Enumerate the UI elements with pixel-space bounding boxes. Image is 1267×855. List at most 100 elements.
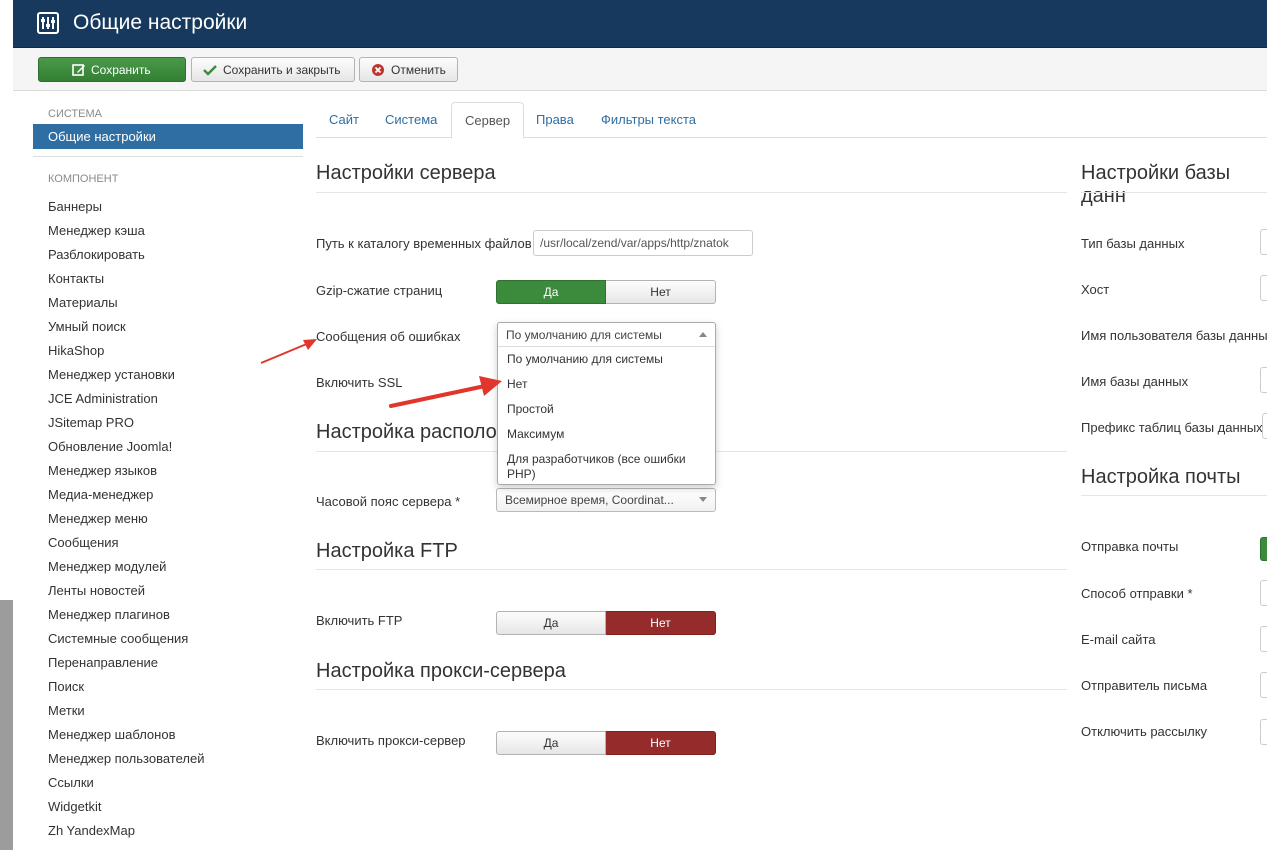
gzip-label: Gzip-сжатие страниц — [316, 283, 443, 298]
timezone-label: Часовой пояс сервера * — [316, 494, 461, 509]
error-option-default[interactable]: По умолчанию для системы — [498, 347, 715, 371]
edit-icon — [72, 64, 85, 76]
save-and-close-button[interactable]: Сохранить и закрыть — [191, 57, 355, 82]
location-settings-heading: Настройка располож — [316, 421, 510, 443]
tab-system[interactable]: Система — [372, 102, 450, 138]
proxy-toggle: Да Нет — [496, 731, 716, 755]
sidebar-item[interactable]: Материалы — [33, 291, 303, 315]
left-edge-scroll-strip — [0, 600, 13, 850]
sidebar-heading-system: СИСТЕМА — [48, 108, 102, 120]
cancel-button[interactable]: Отменить — [359, 57, 458, 82]
sidebar-component-list: Баннеры Менеджер кэша Разблокировать Контак… — [33, 195, 303, 843]
site-email-input[interactable] — [1260, 626, 1267, 652]
server-settings-heading: Настройки сервера — [316, 162, 496, 184]
sliders-icon — [37, 12, 59, 34]
db-type-label: Тип базы данных — [1081, 236, 1185, 251]
sidebar-item[interactable]: Баннеры — [33, 195, 303, 219]
sidebar-item[interactable]: Менеджер шаблонов — [33, 723, 303, 747]
sidebar-item[interactable]: Zh YandexMap — [33, 819, 303, 843]
annotation-arrow-icon — [389, 376, 502, 408]
mail-settings-heading: Настройка почты — [1081, 466, 1241, 488]
sidebar-item[interactable]: Медиа-менеджер — [33, 483, 303, 507]
site-email-label: E-mail сайта — [1081, 632, 1156, 647]
sidebar-item[interactable]: Менеджер модулей — [33, 555, 303, 579]
ftp-yes-button[interactable]: Да — [496, 611, 606, 635]
error-option-none[interactable]: Нет — [498, 371, 715, 396]
settings-tabs: Сайт Система Сервер Права Фильтры текста — [316, 102, 1267, 139]
db-name-input[interactable] — [1260, 367, 1267, 393]
sidebar-item[interactable]: Ленты новостей — [33, 579, 303, 603]
sidebar-item[interactable]: Разблокировать — [33, 243, 303, 267]
ftp-toggle: Да Нет — [496, 611, 716, 635]
tab-site[interactable]: Сайт — [316, 102, 372, 138]
page-root: { "header": { "title": "Общие настройки"… — [0, 0, 1267, 855]
sidebar-item[interactable]: JCE Administration — [33, 387, 303, 411]
sidebar-item[interactable]: Системные сообщения — [33, 627, 303, 651]
gzip-yes-button[interactable]: Да — [496, 280, 606, 304]
timezone-value: Всемирное время, Coordinat... — [505, 493, 674, 507]
tab-text-filters[interactable]: Фильтры текста — [588, 102, 709, 138]
action-toolbar: Сохранить Сохранить и закрыть Отменить — [13, 48, 1267, 91]
sidebar-item[interactable]: Поиск — [33, 675, 303, 699]
sidebar-item[interactable]: Менеджер кэша — [33, 219, 303, 243]
section-divider — [316, 569, 1067, 570]
save-and-close-label: Сохранить и закрыть — [223, 62, 341, 77]
mail-disable-toggle[interactable] — [1260, 719, 1267, 745]
section-divider — [316, 192, 1067, 193]
mail-from-input[interactable] — [1260, 672, 1267, 698]
sidebar-item[interactable]: Ссылки — [33, 771, 303, 795]
section-divider — [1081, 192, 1267, 193]
db-type-select[interactable] — [1260, 229, 1267, 255]
db-prefix-input[interactable] — [1262, 413, 1267, 439]
db-host-input[interactable] — [1260, 275, 1267, 301]
section-divider — [316, 689, 1067, 690]
chevron-down-icon — [699, 497, 707, 502]
mail-send-toggle[interactable] — [1260, 537, 1267, 561]
ftp-enable-label: Включить FTP — [316, 613, 403, 628]
sidebar-item[interactable]: Менеджер плагинов — [33, 603, 303, 627]
sidebar-item-general-settings[interactable]: Общие настройки — [33, 124, 303, 149]
tmp-path-input[interactable]: /usr/local/zend/var/apps/http/znatok — [533, 230, 753, 256]
sidebar-item[interactable]: Widgetkit — [33, 795, 303, 819]
error-option-development[interactable]: Для разработчиков (все ошибки PHP) — [498, 446, 715, 486]
error-option-simple[interactable]: Простой — [498, 396, 715, 421]
tab-permissions[interactable]: Права — [523, 102, 587, 138]
gzip-toggle: Да Нет — [496, 280, 716, 304]
error-reporting-dropdown[interactable]: По умолчанию для системы По умолчанию дл… — [497, 322, 716, 485]
sidebar-item[interactable]: Менеджер меню — [33, 507, 303, 531]
timezone-select[interactable]: Всемирное время, Coordinat... — [496, 488, 716, 512]
mail-disable-label: Отключить рассылку — [1081, 724, 1208, 739]
mail-from-label: Отправитель письма — [1081, 678, 1208, 693]
sidebar-item[interactable]: Перенаправление — [33, 651, 303, 675]
sidebar-item[interactable]: Метки — [33, 699, 303, 723]
db-name-label: Имя базы данных — [1081, 374, 1189, 389]
cancel-label: Отменить — [391, 62, 446, 77]
gzip-no-button[interactable]: Нет — [606, 280, 716, 304]
proxy-yes-button[interactable]: Да — [496, 731, 606, 755]
chevron-up-icon — [699, 332, 707, 337]
page-title: Общие настройки — [73, 11, 248, 34]
mail-method-select[interactable] — [1260, 580, 1267, 606]
db-prefix-label: Префикс таблиц базы данных — [1081, 420, 1263, 435]
sidebar-item[interactable]: JSitemap PRO — [33, 411, 303, 435]
mail-method-label: Способ отправки * — [1081, 586, 1193, 601]
save-button[interactable]: Сохранить — [38, 57, 186, 82]
error-reporting-selected-value: По умолчанию для системы — [506, 328, 662, 342]
cancel-circle-icon — [372, 63, 384, 76]
error-reporting-label: Сообщения об ошибках — [316, 329, 461, 344]
tab-server[interactable]: Сервер — [451, 102, 525, 139]
sidebar-heading-component: КОМПОНЕНТ — [48, 173, 119, 185]
sidebar-item[interactable]: Сообщения — [33, 531, 303, 555]
error-option-maximum[interactable]: Максимум — [498, 421, 715, 446]
sidebar-item[interactable]: Менеджер пользователей — [33, 747, 303, 771]
proxy-no-button[interactable]: Нет — [606, 731, 716, 755]
sidebar-item[interactable]: Менеджер языков — [33, 459, 303, 483]
ftp-no-button[interactable]: Нет — [606, 611, 716, 635]
error-reporting-selected[interactable]: По умолчанию для системы — [498, 323, 715, 347]
sidebar-item[interactable]: Обновление Joomla! — [33, 435, 303, 459]
annotation-arrow-icon — [260, 339, 317, 364]
sidebar-item[interactable]: Контакты — [33, 267, 303, 291]
top-header-bar: Общие настройки — [13, 0, 1267, 48]
mail-send-label: Отправка почты — [1081, 539, 1179, 554]
proxy-settings-heading: Настройка прокси-сервера — [316, 660, 566, 682]
